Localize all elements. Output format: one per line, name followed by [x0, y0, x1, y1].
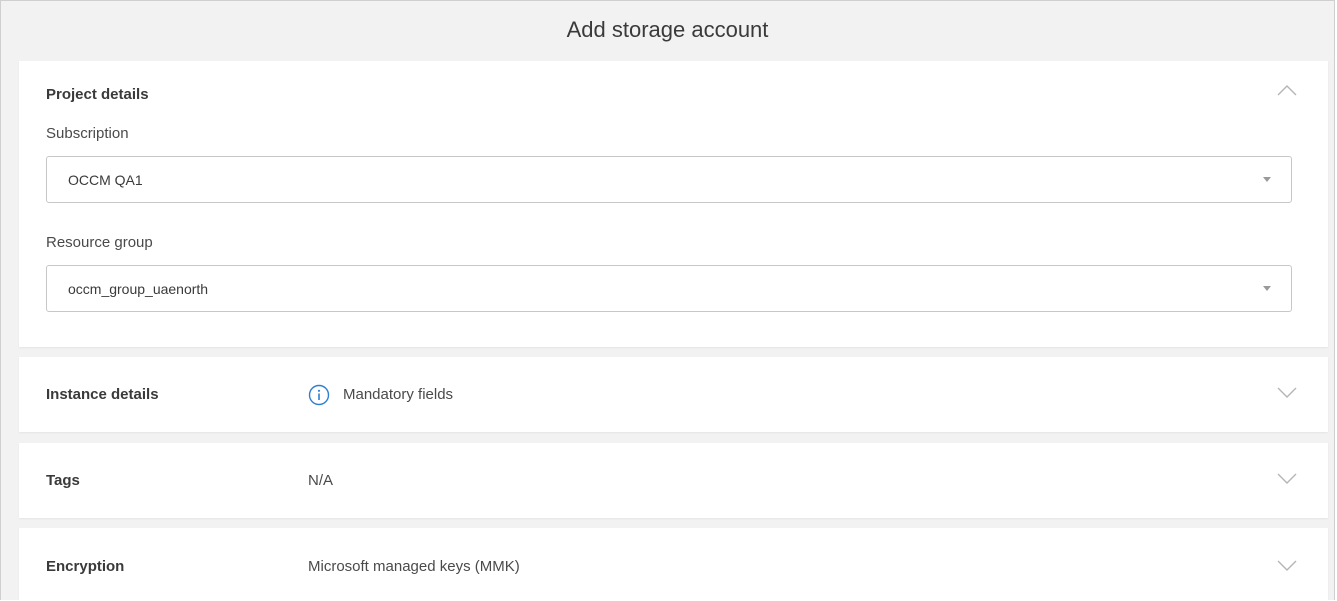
chevron-up-icon[interactable] [1276, 83, 1298, 97]
subscription-select[interactable]: OCCM QA1 [46, 156, 1292, 203]
project-details-section: Project details Subscription OCCM QA1 Re… [19, 61, 1328, 347]
dialog-header: Add storage account [1, 1, 1334, 61]
subscription-value: OCCM QA1 [68, 172, 143, 188]
info-icon [308, 384, 330, 406]
encryption-summary: Microsoft managed keys (MMK) [308, 558, 520, 575]
tags-section[interactable]: Tags N/A [19, 443, 1328, 518]
tags-title: Tags [46, 472, 80, 489]
encryption-section[interactable]: Encryption Microsoft managed keys (MMK) [19, 528, 1328, 600]
resource-group-value: occm_group_uaenorth [68, 281, 209, 297]
project-details-title: Project details [46, 86, 149, 103]
instance-details-title: Instance details [46, 386, 159, 403]
subscription-label: Subscription [46, 125, 129, 142]
resource-group-label: Resource group [46, 234, 153, 251]
page-title: Add storage account [566, 17, 769, 42]
chevron-down-icon[interactable] [1276, 471, 1298, 485]
instance-details-section[interactable]: Instance details Mandatory fields [19, 357, 1328, 432]
add-storage-account-dialog: Add storage account Project details Subs… [0, 0, 1335, 600]
instance-details-summary: Mandatory fields [343, 386, 454, 403]
tags-summary: N/A [308, 472, 334, 489]
caret-down-icon [1263, 286, 1271, 291]
resource-group-select[interactable]: occm_group_uaenorth [46, 265, 1292, 312]
caret-down-icon [1263, 177, 1271, 182]
encryption-title: Encryption [46, 558, 125, 575]
chevron-down-icon[interactable] [1276, 385, 1298, 399]
chevron-down-icon[interactable] [1276, 558, 1298, 572]
